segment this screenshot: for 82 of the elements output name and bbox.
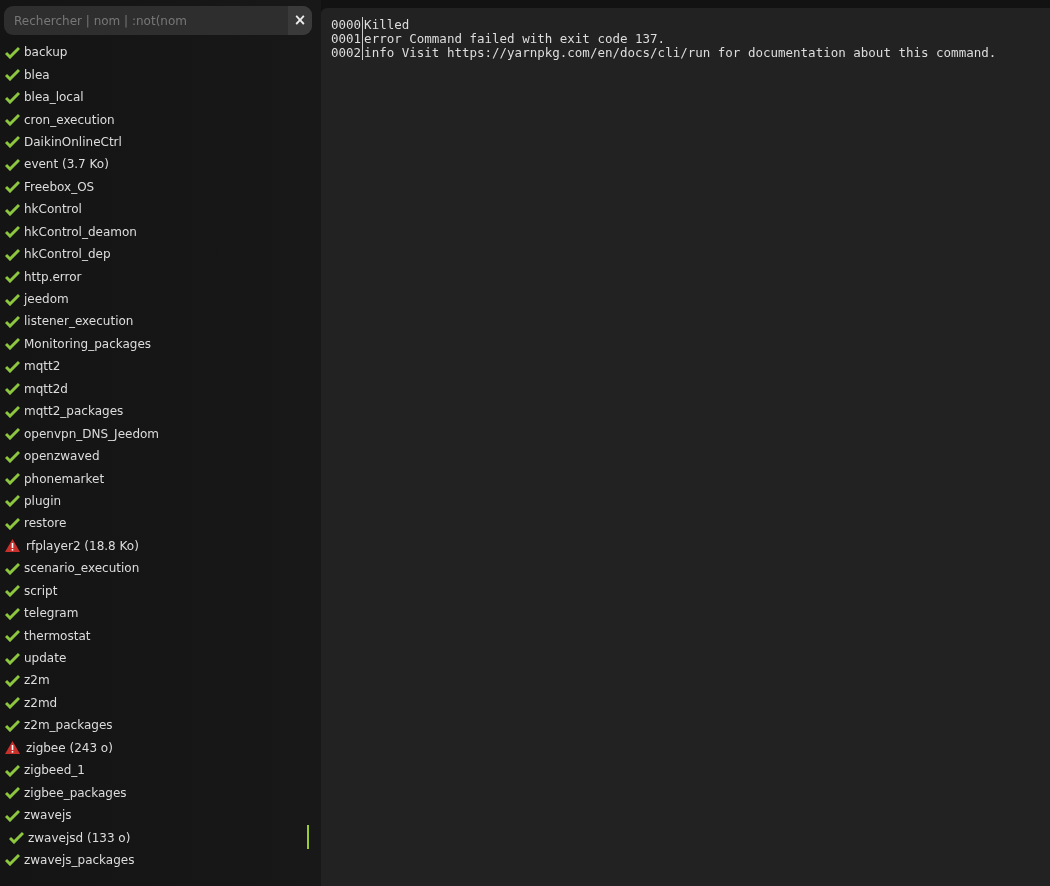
check-icon xyxy=(5,359,20,373)
check-icon xyxy=(5,606,20,620)
log-item[interactable]: zwavejs_packages xyxy=(4,848,312,872)
log-item[interactable]: openvpn_DNS_Jeedom xyxy=(4,422,312,445)
line-number: 0002 xyxy=(331,45,364,60)
check-icon xyxy=(5,472,20,486)
check-icon xyxy=(5,113,20,127)
log-item[interactable]: zigbeed_1 xyxy=(4,759,312,782)
log-item[interactable]: zwavejsd (133 o) xyxy=(4,826,312,849)
check-icon xyxy=(5,68,20,82)
log-item[interactable]: backup xyxy=(4,41,312,64)
check-icon xyxy=(5,584,20,598)
log-item[interactable]: Monitoring_packages xyxy=(4,332,312,356)
check-icon xyxy=(5,382,20,396)
log-item[interactable]: hkControl xyxy=(4,198,312,221)
log-line: error Command failed with exit code 137. xyxy=(364,31,666,46)
check-icon xyxy=(5,337,20,351)
check-icon xyxy=(5,157,20,171)
check-icon xyxy=(5,853,20,867)
log-item[interactable]: blea xyxy=(4,63,312,86)
check-icon xyxy=(5,718,20,732)
log-item[interactable]: scenario_execution xyxy=(4,557,312,580)
log-item[interactable]: telegram xyxy=(4,601,312,625)
log-item[interactable]: plugin xyxy=(4,489,312,513)
check-icon xyxy=(5,247,20,261)
check-icon xyxy=(5,561,20,575)
log-item[interactable]: thermostat xyxy=(4,624,312,647)
check-icon xyxy=(5,225,20,239)
clear-button[interactable]: × xyxy=(288,6,312,35)
check-icon xyxy=(5,314,20,328)
line-number: 0001 xyxy=(331,31,364,46)
log-item[interactable]: zigbee_packages xyxy=(4,781,312,804)
check-icon xyxy=(5,45,20,59)
log-item[interactable]: jeedom xyxy=(4,287,312,311)
log-item[interactable]: Freebox_OS xyxy=(4,175,312,199)
check-icon xyxy=(5,629,20,643)
log-item[interactable]: blea_local xyxy=(4,85,312,109)
check-icon xyxy=(5,90,20,104)
log-item[interactable]: DaikinOnlineCtrl xyxy=(4,130,312,154)
log-item[interactable]: z2m_packages xyxy=(4,714,312,737)
log-line: Killed xyxy=(364,17,410,32)
log-item[interactable]: update xyxy=(4,646,312,670)
check-icon xyxy=(5,651,20,665)
check-icon xyxy=(5,808,20,822)
check-icon xyxy=(5,404,20,418)
log-item[interactable]: phonemarket xyxy=(4,467,312,490)
log-item[interactable]: http.error xyxy=(4,265,312,288)
log-item[interactable]: rfplayer2 (18.8 Ko) xyxy=(4,534,312,558)
log-item[interactable]: script xyxy=(4,579,312,602)
log-item[interactable]: zigbee (243 o) xyxy=(4,736,312,759)
check-icon xyxy=(5,292,20,306)
check-icon xyxy=(5,449,20,463)
check-icon xyxy=(5,696,20,710)
warning-icon xyxy=(5,741,20,755)
log-line: info Visit https://yarnpkg.com/en/docs/cli/run for documentation about this command. xyxy=(364,45,997,60)
log-item[interactable]: mqtt2 xyxy=(4,355,312,378)
log-item[interactable]: zwavejs xyxy=(4,803,312,827)
check-icon xyxy=(5,202,20,216)
line-number: 0000 xyxy=(331,17,364,32)
log-item[interactable]: mqtt2_packages xyxy=(4,400,312,423)
check-icon xyxy=(5,763,20,777)
check-icon xyxy=(5,494,20,508)
check-icon xyxy=(9,831,24,845)
log-item[interactable]: z2md xyxy=(4,691,312,715)
check-icon xyxy=(5,270,20,284)
log-item[interactable]: hkControl_deamon xyxy=(4,220,312,243)
warning-icon xyxy=(5,539,20,553)
log-item[interactable]: mqtt2d xyxy=(4,377,312,400)
log-item[interactable]: openzwaved xyxy=(4,444,312,468)
check-icon xyxy=(5,516,20,530)
log-item[interactable]: hkControl_dep xyxy=(4,242,312,266)
check-icon xyxy=(5,673,20,687)
check-icon xyxy=(5,135,20,149)
log-item[interactable]: restore xyxy=(4,512,312,535)
search-field[interactable]: Rechercher | nom | :not(nom × xyxy=(4,6,312,35)
check-icon xyxy=(5,786,20,800)
check-icon xyxy=(5,427,20,441)
log-item[interactable]: cron_execution xyxy=(4,108,312,131)
log-item[interactable]: event (3.7 Ko) xyxy=(4,153,312,176)
log-item[interactable]: z2m xyxy=(4,669,312,692)
check-icon xyxy=(5,180,20,194)
log-item[interactable]: listener_execution xyxy=(4,310,312,333)
